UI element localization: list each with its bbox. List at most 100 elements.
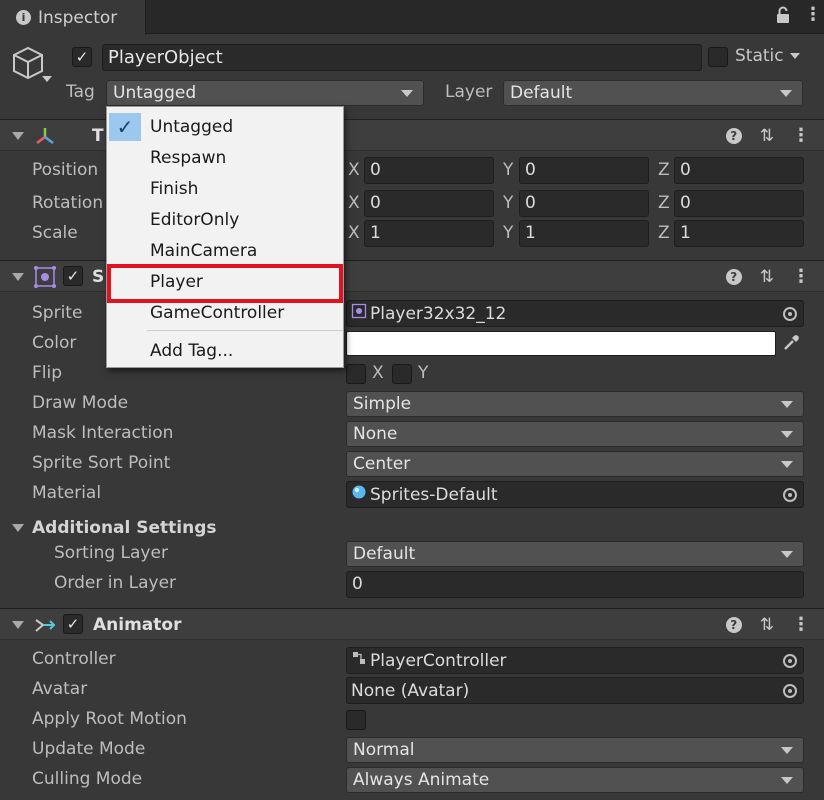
axis-x-label: X xyxy=(348,223,360,243)
object-picker-icon[interactable] xyxy=(777,482,803,507)
controller-field[interactable]: PlayerController xyxy=(346,647,804,674)
static-label: Static xyxy=(735,46,784,66)
scale-z-field[interactable]: 1 xyxy=(674,220,804,247)
tag-dropdown-menu: ✓ Untagged Respawn Finish EditorOnly Mai… xyxy=(106,106,344,368)
axis-x-label: X xyxy=(348,193,360,213)
tag-menu-item-editoronly[interactable]: EditorOnly xyxy=(107,204,343,235)
tag-dropdown[interactable]: Untagged xyxy=(106,80,424,106)
apply-root-motion-checkbox[interactable] xyxy=(346,710,366,730)
tag-menu-item-respawn[interactable]: Respawn xyxy=(107,142,343,173)
component-menu-icon[interactable]: ⋮ xyxy=(792,616,810,634)
sprite-value: Player32x32_12 xyxy=(370,303,507,324)
fold-arrow-icon[interactable] xyxy=(12,524,24,532)
culling-mode-dropdown[interactable]: Always Animate xyxy=(346,767,804,793)
fold-arrow-icon[interactable] xyxy=(12,132,24,140)
transform-icon xyxy=(34,125,56,152)
controller-value: PlayerController xyxy=(370,650,507,671)
order-in-layer-label: Order in Layer xyxy=(54,573,177,593)
static-dropdown[interactable]: Static xyxy=(735,46,800,66)
scale-y-field[interactable]: 1 xyxy=(519,220,649,247)
layer-label: Layer xyxy=(445,82,493,102)
lock-icon[interactable] xyxy=(776,6,790,29)
rotation-x-field[interactable]: 0 xyxy=(364,190,494,217)
additional-settings-foldout[interactable]: Additional Settings xyxy=(12,518,217,538)
eyedropper-icon[interactable] xyxy=(782,334,800,357)
tab-inspector[interactable]: i Inspector xyxy=(0,0,146,35)
scale-label: Scale xyxy=(32,223,78,243)
flip-x-checkbox[interactable] xyxy=(346,364,366,384)
mask-interaction-dropdown[interactable]: None xyxy=(346,421,804,447)
scale-x-field[interactable]: 1 xyxy=(364,220,494,247)
axis-x-label: X xyxy=(348,160,360,180)
sprite-renderer-title: S xyxy=(92,267,105,287)
object-picker-icon[interactable] xyxy=(777,648,803,673)
help-icon[interactable]: ? xyxy=(725,617,742,633)
position-x-field[interactable]: 0 xyxy=(364,157,494,184)
tag-menu-item-label: Add Tag... xyxy=(150,340,234,361)
active-checkbox[interactable]: ✓ xyxy=(72,47,92,67)
tag-menu-item-label: MainCamera xyxy=(150,240,258,261)
tag-menu-item-untagged[interactable]: ✓ Untagged xyxy=(107,111,343,142)
sprite-sort-point-dropdown[interactable]: Center xyxy=(346,451,804,477)
apply-root-motion-label: Apply Root Motion xyxy=(32,709,187,729)
help-icon[interactable]: ? xyxy=(725,269,742,285)
position-z-field[interactable]: 0 xyxy=(674,157,804,184)
chevron-down-icon xyxy=(780,89,792,97)
animator-header-icons: ? ⇅ ⋮ xyxy=(725,615,810,635)
object-picker-icon[interactable] xyxy=(777,301,803,326)
position-label: Position xyxy=(32,160,99,180)
preset-icon[interactable]: ⇅ xyxy=(760,267,774,287)
object-name-field[interactable]: PlayerObject xyxy=(102,44,702,71)
sprite-label: Sprite xyxy=(32,303,83,323)
tag-menu-item-finish[interactable]: Finish xyxy=(107,173,343,204)
transform-header-icons: ? ⇅ ⋮ xyxy=(725,126,810,146)
checkmark-icon: ✓ xyxy=(109,113,141,141)
mask-interaction-label: Mask Interaction xyxy=(32,423,174,443)
draw-mode-label: Draw Mode xyxy=(32,393,129,413)
fold-arrow-icon[interactable] xyxy=(12,621,24,629)
order-in-layer-field[interactable]: 0 xyxy=(346,571,804,598)
mask-interaction-value: None xyxy=(353,424,398,444)
component-menu-icon[interactable]: ⋮ xyxy=(792,127,810,145)
chevron-down-icon xyxy=(781,550,793,558)
draw-mode-dropdown[interactable]: Simple xyxy=(346,391,804,417)
update-mode-dropdown[interactable]: Normal xyxy=(346,737,804,763)
tab-menu-icon[interactable]: ⋮ xyxy=(804,6,822,24)
animator-enabled-checkbox[interactable]: ✓ xyxy=(63,614,83,634)
tag-menu-item-label: Finish xyxy=(150,178,199,199)
avatar-field[interactable]: None (Avatar) xyxy=(346,677,804,704)
chevron-down-icon xyxy=(781,430,793,438)
color-swatch[interactable] xyxy=(346,331,776,356)
update-mode-value: Normal xyxy=(353,740,415,760)
tag-menu-item-label: GameController xyxy=(150,302,285,323)
material-value: Sprites-Default xyxy=(370,484,498,505)
position-y-field[interactable]: 0 xyxy=(519,157,649,184)
object-picker-icon[interactable] xyxy=(777,678,803,703)
sorting-layer-value: Default xyxy=(353,544,416,564)
component-menu-icon[interactable]: ⋮ xyxy=(792,268,810,286)
rotation-z-field[interactable]: 0 xyxy=(674,190,804,217)
rotation-y-field[interactable]: 0 xyxy=(519,190,649,217)
tag-menu-item-maincamera[interactable]: MainCamera xyxy=(107,235,343,266)
chevron-down-icon xyxy=(781,746,793,754)
sprite-field[interactable]: Player32x32_12 xyxy=(346,300,804,327)
material-asset-icon xyxy=(351,484,367,505)
animator-header[interactable]: ✓ Animator ? ⇅ ⋮ xyxy=(0,608,824,640)
layer-dropdown[interactable]: Default xyxy=(503,80,803,106)
flip-y-checkbox[interactable] xyxy=(392,364,412,384)
static-checkbox[interactable] xyxy=(708,47,728,67)
sorting-layer-dropdown[interactable]: Default xyxy=(346,541,804,567)
help-icon[interactable]: ? xyxy=(725,128,742,144)
fold-arrow-icon[interactable] xyxy=(12,273,24,281)
tag-menu-item-label: Respawn xyxy=(150,147,227,168)
material-field[interactable]: Sprites-Default xyxy=(346,481,804,508)
sprite-renderer-enabled-checkbox[interactable]: ✓ xyxy=(63,266,83,286)
flip-x-label: X xyxy=(372,363,384,383)
tag-menu-add-tag[interactable]: Add Tag... xyxy=(107,335,343,366)
axis-z-label: Z xyxy=(658,223,670,243)
sprite-asset-icon xyxy=(351,303,367,324)
preset-icon[interactable]: ⇅ xyxy=(760,615,774,635)
preset-icon[interactable]: ⇅ xyxy=(760,126,774,146)
transform-title: T xyxy=(92,126,104,146)
draw-mode-value: Simple xyxy=(353,394,412,414)
